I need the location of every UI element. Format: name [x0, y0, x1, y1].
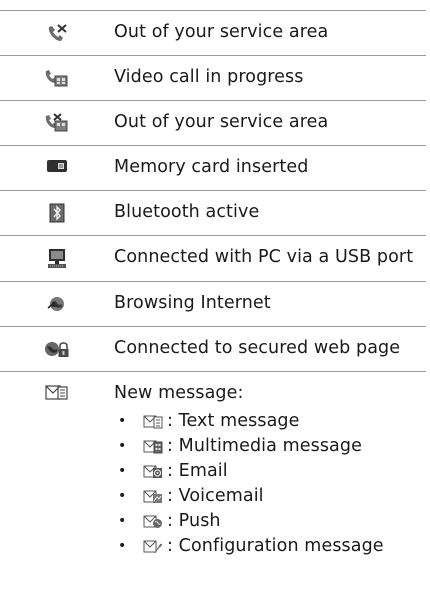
list-item: • : Email	[114, 459, 426, 484]
list-item: • : Voicemail	[114, 484, 426, 509]
row-label: Out of your service area	[114, 112, 329, 132]
message-type-label: : Email	[167, 461, 228, 481]
row-label: Connected to secured web page	[114, 338, 401, 358]
row-label: Video call in progress	[114, 67, 304, 87]
bullet: •	[118, 463, 127, 479]
message-type-label: : Push	[167, 511, 221, 531]
video-call-icon	[0, 66, 114, 88]
memory-card-icon	[0, 156, 114, 174]
table-row: Bluetooth active	[0, 191, 426, 236]
bluetooth-icon	[0, 201, 114, 223]
configuration-message-icon	[142, 539, 164, 555]
table-row: Connected with PC via a USB port	[0, 236, 426, 282]
list-item: • : Push	[114, 509, 426, 534]
list-item: • : Configuration message	[114, 534, 426, 559]
list-item: • : Multimedia message	[114, 434, 426, 459]
row-label: Browsing Internet	[114, 293, 271, 313]
table-row: Browsing Internet	[0, 282, 426, 327]
bullet: •	[118, 538, 127, 554]
row-label: Out of your service area	[114, 22, 329, 42]
new-message-icon	[0, 382, 114, 402]
row-label: Bluetooth active	[114, 202, 260, 222]
row-label: Connected with PC via a USB port	[114, 247, 414, 267]
voicemail-icon	[142, 489, 164, 505]
bullet: •	[118, 413, 127, 429]
phone-crossed-icon	[0, 21, 114, 43]
push-message-icon	[142, 514, 164, 530]
bullet: •	[118, 488, 127, 504]
row-label-group: New message: • : Text message •: Multim…	[114, 382, 426, 559]
row-label: Memory card inserted	[114, 157, 309, 177]
status-icon-table: Out of your service area Video call in p…	[0, 10, 426, 570]
table-row: New message: • : Text message •: Multim…	[0, 372, 426, 570]
list-item: • : Text message	[114, 409, 426, 434]
table-row: Video call in progress	[0, 56, 426, 101]
pc-usb-icon	[0, 246, 114, 270]
video-call-crossed-icon	[0, 111, 114, 133]
text-message-icon	[142, 414, 164, 430]
email-icon	[142, 464, 164, 480]
multimedia-message-icon	[142, 439, 164, 455]
message-type-label: : Configuration message	[167, 536, 384, 556]
globe-browsing-icon	[0, 292, 114, 314]
message-type-list: • : Text message •: Multimedia message …	[114, 409, 426, 559]
row-label: New message:	[114, 383, 244, 403]
secure-lock-icon	[0, 337, 114, 359]
message-type-label: : Voicemail	[167, 486, 264, 506]
message-type-label: : Multimedia message	[167, 436, 362, 456]
table-row: Out of your service area	[0, 11, 426, 56]
table-row: Memory card inserted	[0, 146, 426, 191]
table-row: Out of your service area	[0, 101, 426, 146]
bullet: •	[118, 513, 127, 529]
message-type-label: : Text message	[167, 411, 300, 431]
table-row: Connected to secured web page	[0, 327, 426, 372]
bullet: •	[118, 438, 127, 454]
